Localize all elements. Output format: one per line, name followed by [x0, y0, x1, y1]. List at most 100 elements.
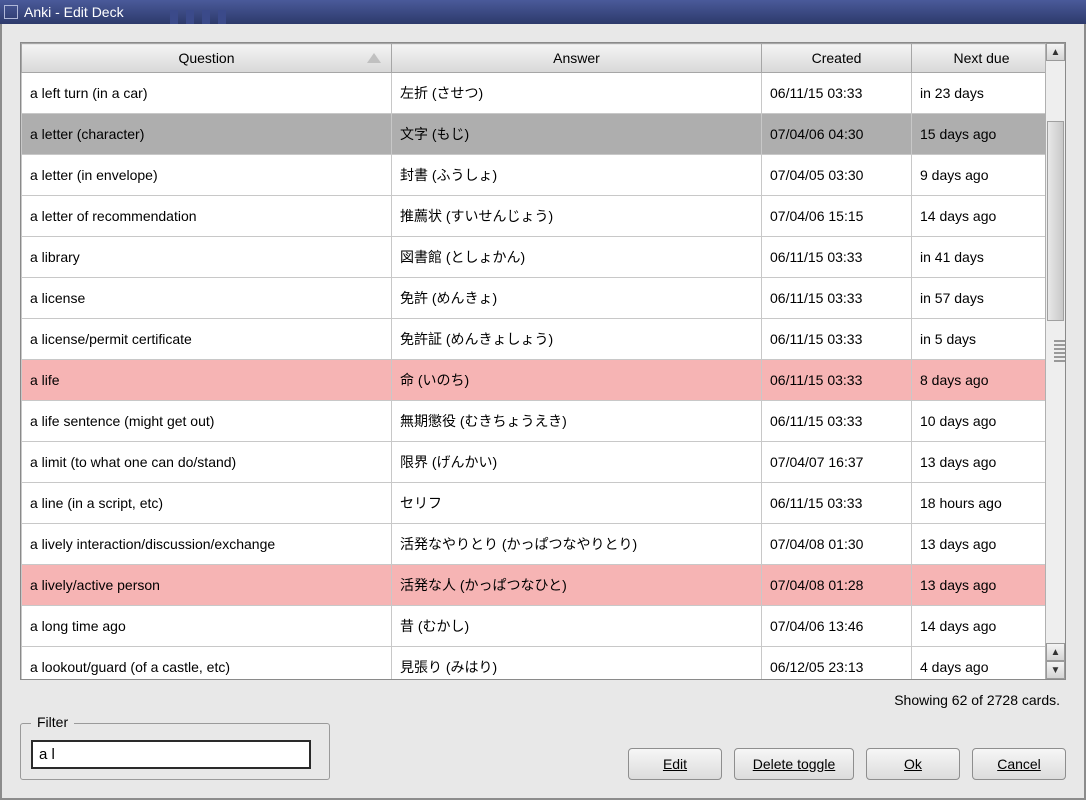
cell-a: 封書 (ふうしょ) — [392, 155, 762, 196]
table-row[interactable]: a long time ago昔 (むかし)07/04/06 13:4614 d… — [22, 606, 1046, 647]
scroll-up-icon[interactable]: ▲ — [1046, 43, 1065, 61]
cell-c: 06/11/15 03:33 — [762, 401, 912, 442]
cell-d: in 23 days — [912, 73, 1046, 114]
filter-box: Filter — [20, 723, 330, 780]
scroll-jump-up-icon[interactable]: ▲ — [1046, 643, 1065, 661]
cell-c: 06/11/15 03:33 — [762, 237, 912, 278]
cell-q: a letter (character) — [22, 114, 392, 155]
scroll-track[interactable] — [1046, 61, 1065, 643]
cell-a: 見張り (みはり) — [392, 647, 762, 680]
cell-a: 免許証 (めんきょしょう) — [392, 319, 762, 360]
table-row[interactable]: a left turn (in a car)左折 (させつ)06/11/15 0… — [22, 73, 1046, 114]
delete-toggle-button[interactable]: Delete toggle — [734, 748, 854, 780]
titlebar[interactable]: Anki - Edit Deck — [0, 0, 1086, 24]
resize-grip-icon[interactable] — [1054, 340, 1066, 364]
cell-q: a left turn (in a car) — [22, 73, 392, 114]
scroll-down-icon[interactable]: ▼ — [1046, 661, 1065, 679]
cell-q: a lookout/guard (of a castle, etc) — [22, 647, 392, 680]
cell-d: 10 days ago — [912, 401, 1046, 442]
cell-c: 06/11/15 03:33 — [762, 319, 912, 360]
table-row[interactable]: a letter (in envelope)封書 (ふうしょ)07/04/05 … — [22, 155, 1046, 196]
cell-d: 13 days ago — [912, 565, 1046, 606]
col-created[interactable]: Created — [762, 44, 912, 73]
cell-d: 13 days ago — [912, 524, 1046, 565]
col-question[interactable]: Question — [22, 44, 392, 73]
scroll-thumb[interactable] — [1047, 121, 1064, 321]
cell-q: a library — [22, 237, 392, 278]
cell-q: a license — [22, 278, 392, 319]
table-row[interactable]: a license免許 (めんきょ)06/11/15 03:33in 57 da… — [22, 278, 1046, 319]
cell-a: 左折 (させつ) — [392, 73, 762, 114]
cell-a: 昔 (むかし) — [392, 606, 762, 647]
main-scrollbar[interactable]: ▲ ▲ ▼ — [1045, 43, 1065, 679]
table-row[interactable]: a letter of recommendation推薦状 (すいせんじょう)0… — [22, 196, 1046, 237]
table-row[interactable]: a limit (to what one can do/stand)限界 (げん… — [22, 442, 1046, 483]
table-row[interactable]: a letter (character)文字 (もじ)07/04/06 04:3… — [22, 114, 1046, 155]
cell-d: 18 hours ago — [912, 483, 1046, 524]
table-row[interactable]: a lookout/guard (of a castle, etc)見張り (み… — [22, 647, 1046, 680]
filter-label: Filter — [31, 714, 74, 730]
table-row[interactable]: a lively interaction/discussion/exchange… — [22, 524, 1046, 565]
table-row[interactable]: a license/permit certificate免許証 (めんきょしょう… — [22, 319, 1046, 360]
col-answer[interactable]: Answer — [392, 44, 762, 73]
cell-q: a life sentence (might get out) — [22, 401, 392, 442]
cell-c: 06/11/15 03:33 — [762, 360, 912, 401]
ok-button[interactable]: Ok — [866, 748, 960, 780]
cell-a: セリフ — [392, 483, 762, 524]
cell-c: 07/04/08 01:28 — [762, 565, 912, 606]
cell-d: in 41 days — [912, 237, 1046, 278]
cell-d: in 5 days — [912, 319, 1046, 360]
cell-c: 06/11/15 03:33 — [762, 278, 912, 319]
window-body: Question Answer Created Next due a left … — [0, 24, 1086, 800]
cell-q: a letter of recommendation — [22, 196, 392, 237]
cell-d: 15 days ago — [912, 114, 1046, 155]
window-icon — [4, 5, 18, 19]
cell-a: 命 (いのち) — [392, 360, 762, 401]
cell-d: 4 days ago — [912, 647, 1046, 680]
cell-q: a lively/active person — [22, 565, 392, 606]
status-text: Showing 62 of 2728 cards. — [628, 692, 1066, 748]
cell-q: a lively interaction/discussion/exchange — [22, 524, 392, 565]
cell-q: a life — [22, 360, 392, 401]
cell-c: 07/04/08 01:30 — [762, 524, 912, 565]
cell-a: 無期懲役 (むきちょうえき) — [392, 401, 762, 442]
cell-a: 活発な人 (かっぱつなひと) — [392, 565, 762, 606]
cell-d: 14 days ago — [912, 606, 1046, 647]
cell-q: a license/permit certificate — [22, 319, 392, 360]
cell-a: 限界 (げんかい) — [392, 442, 762, 483]
cell-d: 8 days ago — [912, 360, 1046, 401]
table-wrap: Question Answer Created Next due a left … — [20, 42, 1066, 680]
col-nextdue[interactable]: Next due — [912, 44, 1046, 73]
edit-button[interactable]: Edit — [628, 748, 722, 780]
cell-a: 活発なやりとり (かっぱつなやりとり) — [392, 524, 762, 565]
table-row[interactable]: a life sentence (might get out)無期懲役 (むきち… — [22, 401, 1046, 442]
cell-d: in 57 days — [912, 278, 1046, 319]
cell-a: 文字 (もじ) — [392, 114, 762, 155]
cell-c: 07/04/06 04:30 — [762, 114, 912, 155]
col-question-label: Question — [178, 50, 234, 66]
table-row[interactable]: a library図書館 (としょかん)06/11/15 03:33in 41 … — [22, 237, 1046, 278]
table-row[interactable]: a lively/active person活発な人 (かっぱつなひと)07/0… — [22, 565, 1046, 606]
bottom-bar: Filter Showing 62 of 2728 cards. Edit De… — [20, 680, 1066, 780]
cell-d: 13 days ago — [912, 442, 1046, 483]
table-row[interactable]: a life命 (いのち)06/11/15 03:338 days ago — [22, 360, 1046, 401]
cancel-button[interactable]: Cancel — [972, 748, 1066, 780]
cell-c: 07/04/06 15:15 — [762, 196, 912, 237]
sort-asc-icon — [367, 53, 381, 63]
table-header-row: Question Answer Created Next due — [22, 44, 1046, 73]
table-row[interactable]: a line (in a script, etc)セリフ06/11/15 03:… — [22, 483, 1046, 524]
cell-q: a letter (in envelope) — [22, 155, 392, 196]
cell-c: 07/04/07 16:37 — [762, 442, 912, 483]
cell-c: 06/11/15 03:33 — [762, 483, 912, 524]
cell-d: 14 days ago — [912, 196, 1046, 237]
window-title: Anki - Edit Deck — [24, 4, 124, 20]
deck-table: Question Answer Created Next due a left … — [21, 43, 1045, 679]
filter-input[interactable] — [31, 740, 311, 769]
cell-q: a long time ago — [22, 606, 392, 647]
cell-d: 9 days ago — [912, 155, 1046, 196]
cell-a: 図書館 (としょかん) — [392, 237, 762, 278]
cell-q: a line (in a script, etc) — [22, 483, 392, 524]
cell-a: 免許 (めんきょ) — [392, 278, 762, 319]
cell-c: 07/04/05 03:30 — [762, 155, 912, 196]
cell-c: 06/12/05 23:13 — [762, 647, 912, 680]
